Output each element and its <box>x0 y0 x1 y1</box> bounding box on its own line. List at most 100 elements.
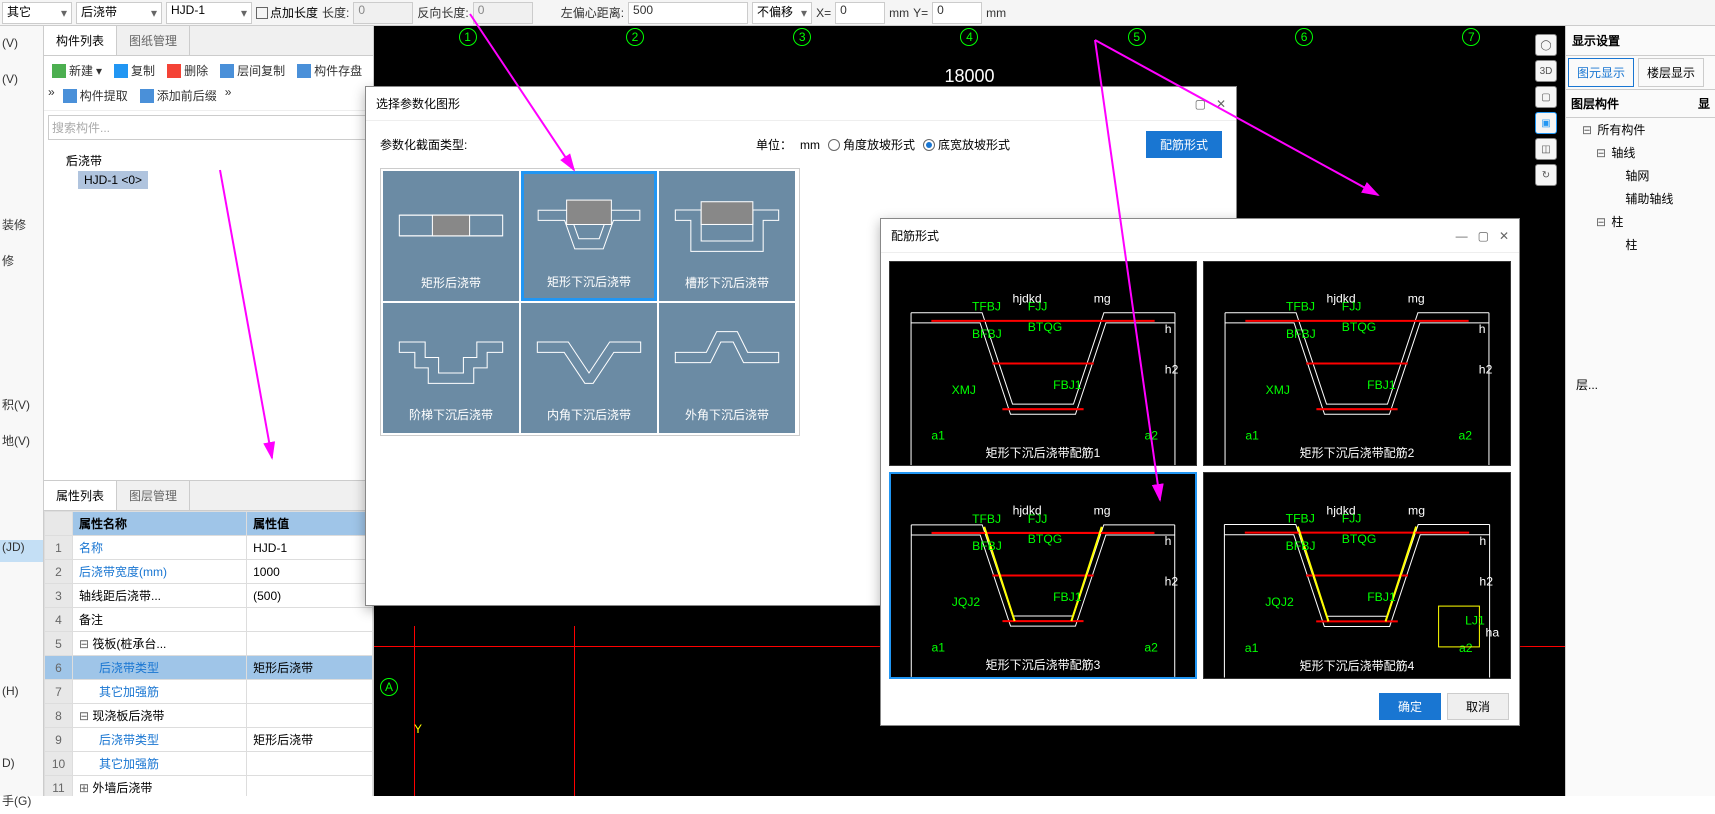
minimize-icon[interactable]: — <box>1456 229 1468 243</box>
tool-3d[interactable]: 3D <box>1535 60 1557 82</box>
shape-option[interactable]: 槽形下沉后浇带 <box>659 171 795 301</box>
dropdown-category[interactable]: 其它 <box>2 2 72 24</box>
shape-grid: 矩形后浇带矩形下沉后浇带槽形下沉后浇带阶梯下沉后浇带内角下沉后浇带外角下沉后浇带 <box>380 168 800 436</box>
property-row[interactable]: 3轴线距后浇带...(500) <box>45 584 373 608</box>
reinforcement-option[interactable]: TFBJ BFBJ BTQG FJJ hjdkd mg a1 a2 h2 h J… <box>889 472 1197 679</box>
property-row[interactable]: 10其它加强筋 <box>45 752 373 776</box>
strip-item[interactable]: (V) <box>0 72 43 94</box>
property-row[interactable]: 7其它加强筋 <box>45 680 373 704</box>
tree-root[interactable]: ▾后浇带 <box>54 150 363 171</box>
tab-element-display[interactable]: 图元显示 <box>1568 58 1634 87</box>
dropdown-instance[interactable]: HJD-1 <box>166 2 252 24</box>
radio-angle[interactable]: 角度放坡形式 <box>828 136 915 153</box>
svg-text:TFBJ: TFBJ <box>972 300 1001 314</box>
new-button[interactable]: 新建▾ <box>48 60 106 81</box>
tab-property-list[interactable]: 属性列表 <box>44 481 117 510</box>
shape-option[interactable]: 矩形后浇带 <box>383 171 519 301</box>
close-icon[interactable]: ✕ <box>1216 97 1226 111</box>
ok-button[interactable]: 确定 <box>1379 693 1441 720</box>
property-row[interactable]: 8⊟ 现浇板后浇带 <box>45 704 373 728</box>
reverse-length-input[interactable]: 0 <box>473 2 533 24</box>
shape-option[interactable]: 外角下沉后浇带 <box>659 303 795 433</box>
toolbar-more[interactable]: » <box>48 85 55 106</box>
radio-width[interactable]: 底宽放坡形式 <box>923 136 1010 153</box>
svg-text:XMJ: XMJ <box>952 383 976 397</box>
y-input[interactable]: 0 <box>932 2 982 24</box>
checkbox-add-length[interactable]: 点加长度 <box>256 4 318 21</box>
svg-text:a1: a1 <box>931 429 945 443</box>
dropdown-component[interactable]: 后浇带 <box>76 2 162 24</box>
strip-item[interactable]: (JD) <box>0 540 43 562</box>
svg-text:TFBJ: TFBJ <box>1286 300 1315 314</box>
offset-type-dropdown[interactable]: 不偏移 <box>752 2 812 24</box>
layer-item[interactable]: ⊟ 柱 <box>1566 210 1715 233</box>
svg-text:BTQG: BTQG <box>1342 532 1377 546</box>
copy-button[interactable]: 复制 <box>110 60 159 81</box>
property-row[interactable]: 9后浇带类型矩形后浇带 <box>45 728 373 752</box>
tree-leaf[interactable]: HJD-1 <0> <box>78 171 148 189</box>
svg-text:FBJ1: FBJ1 <box>1367 590 1396 604</box>
shape-option[interactable]: 矩形下沉后浇带 <box>521 171 657 301</box>
strip-item[interactable]: 地(V) <box>0 432 43 454</box>
layer-item[interactable]: ⊟ 所有构件 <box>1566 118 1715 141</box>
reinforcement-option[interactable]: TFBJ BFBJ BTQG FJJ hjdkd mg a1 a2 h2 h X… <box>889 261 1197 466</box>
delete-button[interactable]: 删除 <box>163 60 212 81</box>
shape-option[interactable]: 阶梯下沉后浇带 <box>383 303 519 433</box>
layer-item[interactable]: ⊟ 轴线 <box>1566 141 1715 164</box>
tool-select[interactable]: ◫ <box>1535 138 1557 160</box>
panels-column: 构件列表 图纸管理 新建▾ 复制 删除 层间复制 构件存盘 » 构件提取 添加前… <box>44 26 374 796</box>
property-row[interactable]: 4备注 <box>45 608 373 632</box>
layer-item[interactable]: 辅助轴线 <box>1566 187 1715 210</box>
strip-item[interactable]: 手(G) <box>0 792 43 814</box>
tool-rotate[interactable]: ↻ <box>1535 164 1557 186</box>
property-row[interactable]: 11⊞ 外墙后浇带 <box>45 776 373 797</box>
maximize-icon[interactable]: ▢ <box>1478 229 1489 243</box>
tab-component-list[interactable]: 构件列表 <box>44 26 117 55</box>
shape-option[interactable]: 内角下沉后浇带 <box>521 303 657 433</box>
comp-save-button[interactable]: 构件存盘 <box>293 60 366 81</box>
cancel-button[interactable]: 取消 <box>1447 693 1509 720</box>
dialog1-titlebar[interactable]: 选择参数化图形 ▢ ✕ <box>366 87 1236 121</box>
strip-item[interactable]: 装修 <box>0 216 43 238</box>
search-input[interactable]: 搜索构件... <box>48 115 369 140</box>
comp-extract-button[interactable]: 构件提取 <box>59 85 132 106</box>
svg-text:BFBJ: BFBJ <box>972 327 1002 341</box>
property-row[interactable]: 5⊟ 筏板(桩承台... <box>45 632 373 656</box>
section-type-label: 参数化截面类型: <box>380 136 467 153</box>
display-panel: 显示设置 图元显示 楼层显示 图层构件 显 ⊟ 所有构件⊟ 轴线 轴网 辅助轴线… <box>1565 26 1715 796</box>
reinforcement-dialog: 配筋形式 — ▢ ✕ TFBJ BFBJ BTQG FJJ hjdkd mg a… <box>880 218 1520 726</box>
dialog2-titlebar[interactable]: 配筋形式 — ▢ ✕ <box>881 219 1519 253</box>
x-input[interactable]: 0 <box>835 2 885 24</box>
toolbar-more2[interactable]: » <box>225 85 232 106</box>
strip-item[interactable]: 积(V) <box>0 396 43 418</box>
tool-box[interactable]: ▢ <box>1535 86 1557 108</box>
layer-copy-button[interactable]: 层间复制 <box>216 60 289 81</box>
tool-view[interactable]: ◯ <box>1535 34 1557 56</box>
strip-item[interactable]: (H) <box>0 684 43 706</box>
svg-text:a2: a2 <box>1145 429 1159 443</box>
svg-text:FBJ1: FBJ1 <box>1367 378 1396 392</box>
left-offset-input[interactable]: 500 <box>628 2 748 24</box>
reinforcement-button[interactable]: 配筋形式 <box>1146 131 1222 158</box>
tool-cube[interactable]: ▣ <box>1535 112 1557 134</box>
svg-text:h2: h2 <box>1479 363 1493 377</box>
maximize-icon[interactable]: ▢ <box>1195 97 1206 111</box>
tab-layer-manage[interactable]: 图层管理 <box>117 481 190 510</box>
reinforcement-option[interactable]: TFBJ BFBJ BTQG FJJ hjdkd mg a1 a2 h2 h J… <box>1203 472 1511 679</box>
property-row[interactable]: 2后浇带宽度(mm)1000 <box>45 560 373 584</box>
close-icon[interactable]: ✕ <box>1499 229 1509 243</box>
reinforcement-option[interactable]: TFBJ BFBJ BTQG FJJ hjdkd mg a1 a2 h2 h X… <box>1203 261 1511 466</box>
tab-drawing-manage[interactable]: 图纸管理 <box>117 26 190 55</box>
ruler: 1234567 <box>374 28 1565 46</box>
property-row[interactable]: 6后浇带类型矩形后浇带 <box>45 656 373 680</box>
strip-item[interactable]: D) <box>0 756 43 778</box>
strip-item[interactable]: (V) <box>0 36 43 58</box>
col-name: 属性名称 <box>73 512 247 536</box>
layer-item[interactable]: 轴网 <box>1566 164 1715 187</box>
property-row[interactable]: 1名称HJD-1 <box>45 536 373 560</box>
tab-floor-display[interactable]: 楼层显示 <box>1638 58 1704 87</box>
add-prefix-button[interactable]: 添加前后缀 <box>136 85 221 106</box>
strip-item[interactable]: 修 <box>0 252 43 274</box>
layer-item[interactable]: 柱 <box>1566 233 1715 256</box>
length-input[interactable]: 0 <box>353 2 413 24</box>
